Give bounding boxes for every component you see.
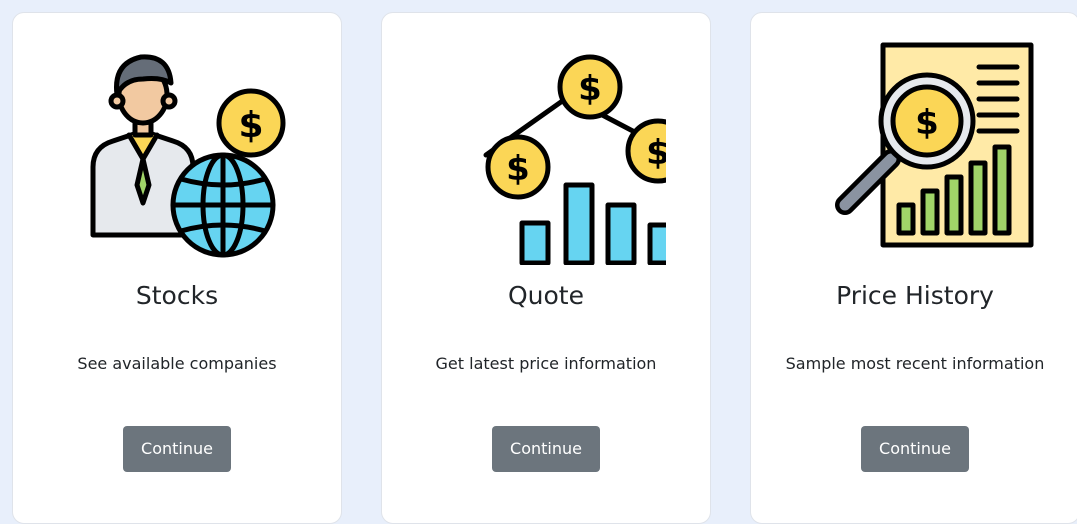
- card-title: Price History: [836, 281, 994, 310]
- card-description: Get latest price information: [435, 354, 657, 373]
- magnifier-report-chart-icon: $: [835, 42, 1034, 248]
- card-title: Stocks: [135, 281, 219, 310]
- svg-text:$: $: [915, 103, 939, 143]
- card-title: Quote: [507, 281, 584, 310]
- card-price-history: $ Price History Sample most recent infor…: [750, 12, 1077, 524]
- card-stocks: $ Stocks See available companies Continu…: [12, 12, 342, 524]
- card-quote: $ $ $ Quote Get latest price information…: [381, 12, 711, 524]
- businessman-globe-coin-icon: $: [90, 54, 286, 258]
- svg-text:$: $: [238, 105, 263, 146]
- continue-button[interactable]: Continue: [861, 426, 969, 472]
- svg-text:$: $: [506, 149, 530, 189]
- card-description: See available companies: [77, 354, 277, 373]
- svg-text:$: $: [578, 69, 602, 109]
- svg-text:$: $: [646, 133, 666, 173]
- continue-button[interactable]: Continue: [492, 426, 600, 472]
- coins-bar-chart-icon: $ $ $: [483, 54, 666, 265]
- continue-button[interactable]: Continue: [123, 426, 231, 472]
- card-description: Sample most recent information: [785, 354, 1045, 373]
